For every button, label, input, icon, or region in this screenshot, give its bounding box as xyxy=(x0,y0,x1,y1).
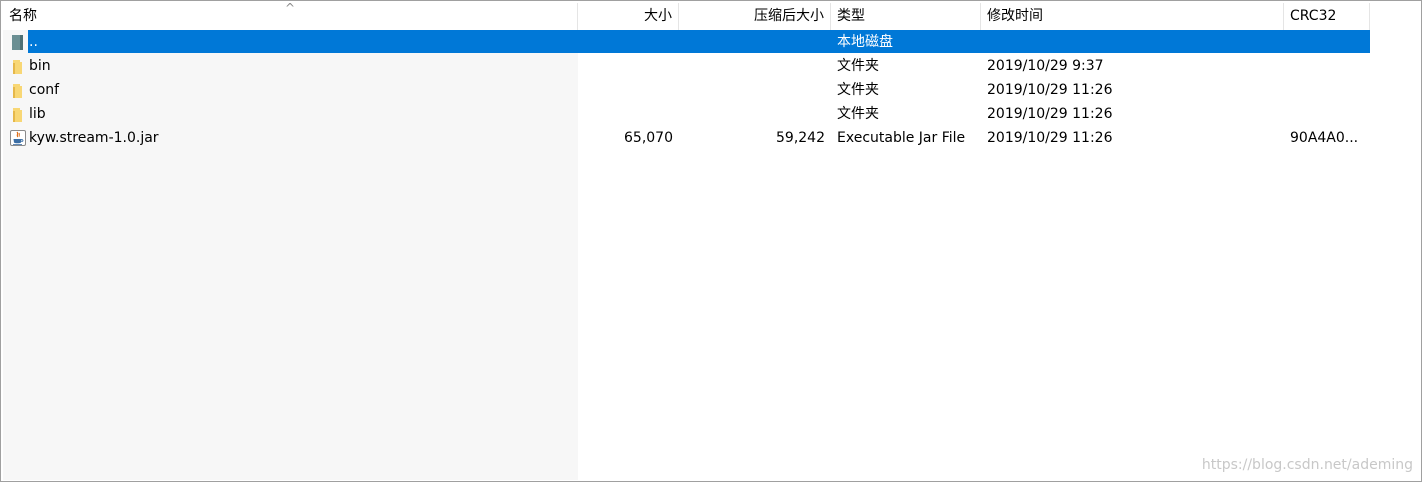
item-crc32 xyxy=(1284,54,1370,78)
item-type: 文件夹 xyxy=(837,58,879,74)
file-list-window: 名称 ^ 大小 压缩后大小 类型 修改时间 CRC32 .. 本地磁盘 bin … xyxy=(0,0,1422,482)
item-modified: 2019/10/29 9:37 xyxy=(987,58,1104,74)
column-header-packed-size[interactable]: 压缩后大小 xyxy=(679,3,831,30)
item-name: lib xyxy=(29,106,46,122)
item-name: conf xyxy=(29,82,60,98)
watermark: https://blog.csdn.net/ademing xyxy=(1201,457,1413,473)
item-modified: 2019/10/29 11:26 xyxy=(987,130,1113,146)
column-header-size[interactable]: 大小 xyxy=(578,3,679,30)
item-packed-size xyxy=(679,78,831,102)
item-packed-size: 59,242 xyxy=(776,130,825,146)
column-header-packed-size-label: 压缩后大小 xyxy=(754,8,824,24)
column-header-name-label: 名称 xyxy=(9,8,37,24)
item-modified: 2019/10/29 11:26 xyxy=(987,106,1113,122)
item-name: kyw.stream-1.0.jar xyxy=(29,130,159,146)
item-size xyxy=(578,78,679,102)
item-name: bin xyxy=(29,58,51,74)
item-size xyxy=(578,102,679,126)
list-item-jar[interactable]: kyw.stream-1.0.jar 65,070 59,242 Executa… xyxy=(3,126,1370,150)
list-item-bin[interactable]: bin 文件夹 2019/10/29 9:37 xyxy=(3,54,1370,78)
column-header-crc32[interactable]: CRC32 xyxy=(1284,3,1370,30)
list-item-lib[interactable]: lib 文件夹 2019/10/29 11:26 xyxy=(3,102,1370,126)
item-crc32 xyxy=(1284,102,1370,126)
item-modified xyxy=(981,30,1284,54)
item-type: 文件夹 xyxy=(837,106,879,122)
column-header-type[interactable]: 类型 xyxy=(831,3,981,30)
item-packed-size xyxy=(679,30,831,54)
item-crc32 xyxy=(1284,78,1370,102)
column-header-name[interactable]: 名称 ^ xyxy=(3,3,578,30)
sort-ascending-icon: ^ xyxy=(285,3,296,15)
item-size: 65,070 xyxy=(624,130,673,146)
item-type: 本地磁盘 xyxy=(837,34,893,50)
item-type: 文件夹 xyxy=(837,82,879,98)
list-item-conf[interactable]: conf 文件夹 2019/10/29 11:26 xyxy=(3,78,1370,102)
column-header-size-label: 大小 xyxy=(644,8,672,24)
item-crc32: 90A4A0... xyxy=(1290,130,1359,146)
column-header-modified-label: 修改时间 xyxy=(987,8,1043,24)
item-crc32 xyxy=(1284,30,1370,54)
column-header-bar: 名称 ^ 大小 压缩后大小 类型 修改时间 CRC32 xyxy=(3,3,1421,30)
item-packed-size xyxy=(679,102,831,126)
column-header-modified[interactable]: 修改时间 xyxy=(981,3,1284,30)
column-header-crc32-label: CRC32 xyxy=(1290,8,1337,24)
item-packed-size xyxy=(679,54,831,78)
list-item-parent[interactable]: .. 本地磁盘 xyxy=(3,30,1370,54)
item-name: .. xyxy=(29,34,38,50)
item-modified: 2019/10/29 11:26 xyxy=(987,82,1113,98)
item-type: Executable Jar File xyxy=(837,130,966,146)
column-header-type-label: 类型 xyxy=(837,8,865,24)
item-size xyxy=(578,30,679,54)
item-size xyxy=(578,54,679,78)
